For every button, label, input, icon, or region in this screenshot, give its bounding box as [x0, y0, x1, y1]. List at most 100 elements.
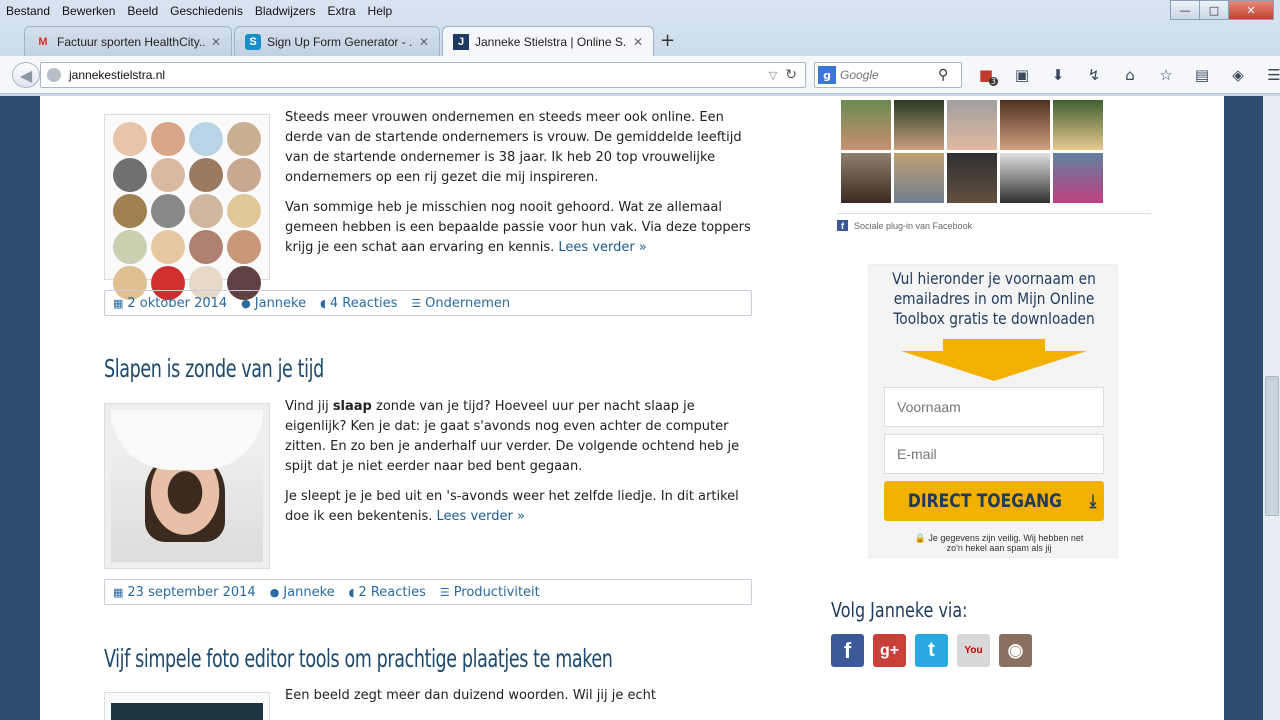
page-scrollbar[interactable] [1263, 96, 1280, 720]
scrollbar-thumb[interactable] [1265, 376, 1279, 516]
post-comments[interactable]: ◖ 2 Reacties [349, 585, 426, 600]
menu-item-bewerken[interactable]: Bewerken [62, 4, 115, 18]
minimize-button[interactable]: — [1170, 0, 1200, 20]
post-excerpt: Steeds meer vrouwen ondernemen en steeds… [285, 108, 751, 268]
email-input[interactable] [884, 434, 1104, 474]
read-more-link[interactable]: Lees verder » [437, 509, 525, 524]
post-date[interactable]: ▦ 23 september 2014 [113, 585, 256, 600]
post-title[interactable]: Slapen is zonde van je tijd [104, 354, 609, 383]
download-icon[interactable]: ⬇ [1040, 64, 1076, 86]
url-text[interactable]: jannekestielstra.nl [69, 68, 769, 82]
blog-post: Slapen is zonde van je tijd Vind jij sla… [104, 354, 752, 605]
toolbar-icons: ■ 3 ▣ ⬇ ↯ ⌂ ☆ ▤ ◈ ☰ [968, 64, 1280, 86]
navigation-bar: ◀ jannekestielstra.nl ▽ ↻ g ⚲ ■3 ▣ ⬇ ↯ ⌂… [0, 56, 1280, 94]
tab-signup-form[interactable]: S Sign Up Form Generator - ... ✕ [234, 26, 440, 56]
tab-title: Sign Up Form Generator - ... [267, 34, 413, 49]
fan-avatar[interactable] [894, 153, 944, 203]
post-date[interactable]: ▦ 2 oktober 2014 [113, 296, 227, 311]
menu-item-bladwijzers[interactable]: Bladwijzers [255, 4, 316, 18]
tab-title: Janneke Stielstra | Online S... [475, 34, 627, 49]
fan-avatar[interactable] [841, 100, 891, 150]
list-icon: ☰ [411, 296, 422, 310]
form-generator-icon: S [245, 33, 261, 50]
post-thumbnail-photo-editor[interactable] [104, 692, 270, 720]
maximize-button[interactable]: □ [1199, 0, 1229, 20]
fan-avatar[interactable] [1000, 153, 1050, 203]
fan-avatar[interactable] [947, 153, 997, 203]
menu-item-help[interactable]: Help [368, 4, 393, 18]
youtube-icon[interactable]: You [957, 634, 990, 667]
direct-access-button[interactable]: DIRECT TOEGANG ⤓ [884, 481, 1104, 521]
tab-close-icon[interactable]: ✕ [211, 35, 221, 49]
hamburger-menu-icon[interactable]: ☰ [1256, 64, 1280, 86]
fan-avatar[interactable] [1053, 100, 1103, 150]
excerpt-paragraph: Je sleept je je bed uit en 's-avonds wee… [285, 489, 739, 524]
privacy-note: 🔒 Je gegevens zijn veilig. Wij hebben ne… [914, 533, 1084, 553]
dropdown-arrow-icon[interactable]: ▽ [769, 69, 777, 82]
bookmark-star-icon[interactable]: ☆ [1148, 64, 1184, 86]
google-engine-icon[interactable]: g [818, 66, 836, 84]
tab-bar: M Factuur sporten HealthCity... ✕ S Sign… [0, 26, 1280, 56]
fan-avatar[interactable] [841, 153, 891, 203]
tab-janneke-active[interactable]: J Janneke Stielstra | Online S... ✕ [442, 26, 654, 56]
tab-gmail[interactable]: M Factuur sporten HealthCity... ✕ [24, 26, 232, 56]
addon-badge-icon[interactable]: ■ 3 [968, 64, 1004, 86]
screenshot-icon[interactable]: ▣ [1004, 64, 1040, 86]
post-thumbnail-sleep[interactable] [104, 403, 270, 569]
web-page: Steeds meer vrouwen ondernemen en steeds… [40, 96, 1224, 720]
post-thumbnail-women-collage[interactable] [104, 114, 270, 300]
facebook-icon: f [837, 220, 848, 231]
fan-avatar[interactable] [947, 100, 997, 150]
tab-close-icon[interactable]: ✕ [419, 35, 429, 49]
sync-icon[interactable]: ↯ [1076, 64, 1112, 86]
excerpt-paragraph: Steeds meer vrouwen ondernemen en steeds… [285, 110, 742, 185]
read-more-link[interactable]: Lees verder » [558, 240, 646, 255]
menu-item-bestand[interactable]: Bestand [6, 4, 50, 18]
address-bar[interactable]: jannekestielstra.nl ▽ ↻ [40, 62, 806, 88]
googleplus-icon[interactable]: g+ [873, 634, 906, 667]
post-excerpt: Vind jij slaap zonde van je tijd? Hoevee… [285, 397, 751, 537]
download-icon: ⤓ [1089, 490, 1097, 512]
fan-avatar[interactable] [1000, 100, 1050, 150]
user-icon: ● [269, 585, 280, 599]
post-title[interactable]: Vijf simpele foto editor tools om pracht… [104, 644, 613, 673]
search-input[interactable] [840, 68, 936, 82]
facebook-plugin-footer: f Sociale plug-in van Facebook [837, 213, 1151, 231]
fan-avatar[interactable] [1053, 153, 1103, 203]
list-icon: ☰ [439, 585, 450, 599]
menu-item-geschiedenis[interactable]: Geschiedenis [170, 4, 243, 18]
post-excerpt: Een beeld zegt meer dan duizend woorden.… [285, 686, 751, 716]
excerpt-paragraph: Een beeld zegt meer dan duizend woorden.… [285, 688, 656, 703]
facebook-plugin-label[interactable]: Sociale plug-in van Facebook [854, 221, 972, 231]
new-tab-button[interactable]: + [660, 30, 675, 51]
search-bar[interactable]: g ⚲ [814, 62, 962, 88]
fan-avatar[interactable] [894, 100, 944, 150]
pocket-icon[interactable]: ◈ [1220, 64, 1256, 86]
reload-icon[interactable]: ↻ [785, 67, 797, 83]
search-icon[interactable]: ⚲ [938, 67, 948, 83]
comment-icon: ◖ [320, 296, 326, 310]
twitter-icon[interactable]: t [915, 634, 948, 667]
menu-item-beeld[interactable]: Beeld [127, 4, 158, 18]
close-window-button[interactable]: ✕ [1228, 0, 1274, 20]
post-author[interactable]: ● Janneke [270, 585, 335, 600]
post-category[interactable]: ☰ Productiviteit [440, 585, 540, 600]
back-button[interactable]: ◀ [12, 62, 40, 88]
home-icon[interactable]: ⌂ [1112, 64, 1148, 86]
calendar-icon: ▦ [113, 296, 124, 310]
site-icon: J [453, 33, 469, 50]
post-comments[interactable]: ◖ 4 Reacties [320, 296, 397, 311]
instagram-icon[interactable]: ◉ [999, 634, 1032, 667]
tab-close-icon[interactable]: ✕ [633, 35, 643, 49]
reader-icon[interactable]: ▤ [1184, 64, 1220, 86]
firstname-input[interactable] [884, 387, 1104, 427]
excerpt-paragraph: Van sommige heb je misschien nog nooit g… [285, 200, 751, 255]
follow-title: Volg Janneke via: [831, 598, 968, 622]
menu-item-extra[interactable]: Extra [328, 4, 356, 18]
post-category[interactable]: ☰ Ondernemen [411, 296, 510, 311]
user-icon: ● [241, 296, 251, 310]
facebook-icon[interactable]: f [831, 634, 864, 667]
post-author[interactable]: ● Janneke [241, 296, 306, 311]
post-meta: ▦ 23 september 2014 ● Janneke ◖ 2 Reacties … [104, 579, 752, 605]
optin-headline: Vul hieronder je voornaam en emailadres … [892, 269, 1096, 328]
